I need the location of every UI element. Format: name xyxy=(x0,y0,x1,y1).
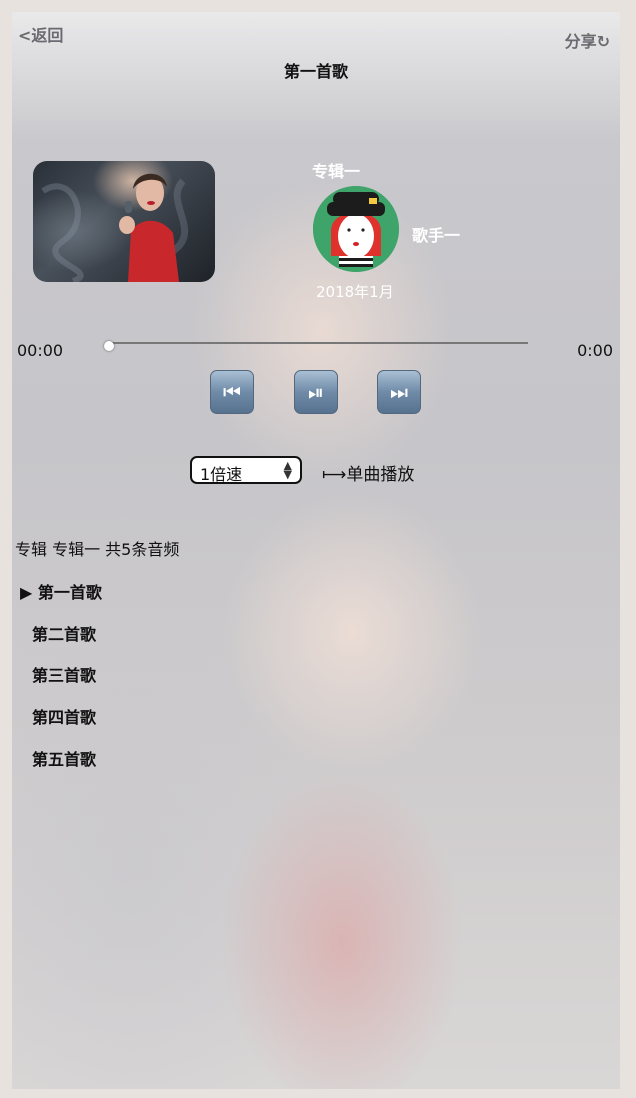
duration: 0:00 xyxy=(577,341,613,360)
song-title: 第一首歌 xyxy=(37,583,102,602)
album-cover-image xyxy=(33,161,215,282)
playlist-item[interactable]: 第三首歌 xyxy=(32,662,96,686)
next-icon: ⏭ xyxy=(390,380,408,404)
speed-value: 1倍速 xyxy=(200,465,243,484)
now-playing-icon: ▶ xyxy=(20,583,33,602)
playlist-item[interactable]: 第二首歌 xyxy=(32,621,96,645)
current-time: 00:00 xyxy=(17,341,64,360)
next-button[interactable]: ⏭ xyxy=(377,370,421,414)
back-button[interactable]: <返回 xyxy=(18,22,63,46)
play-pause-button[interactable]: ⏯ xyxy=(294,370,338,414)
playlist-summary: 专辑 专辑一 共5条音频 xyxy=(15,540,180,559)
share-button[interactable]: 分享↻ xyxy=(565,28,610,52)
play-mode-toggle[interactable]: ⟼单曲播放 xyxy=(322,460,414,485)
artist-name: 歌手一 xyxy=(412,226,461,245)
playlist-item[interactable]: 第五首歌 xyxy=(32,746,96,770)
artist-avatar xyxy=(313,186,399,272)
share-label: 分享 xyxy=(564,32,597,51)
release-date: 2018年1月 xyxy=(316,283,394,301)
progress-slider[interactable] xyxy=(108,342,528,344)
playlist-item[interactable]: 第四首歌 xyxy=(32,704,96,728)
album-name: 专辑一 xyxy=(312,162,361,181)
progress-handle[interactable] xyxy=(104,341,114,351)
select-arrows-icon: ▲ ▼ xyxy=(283,459,292,481)
play-pause-icon: ⏯ xyxy=(308,380,324,404)
player-window: <返回 分享↻ 第一首歌 专辑一 歌手一 2018年1月 00:00 0:00 … xyxy=(12,12,620,1089)
previous-icon: ⏮ xyxy=(223,380,241,404)
speed-select[interactable]: 1倍速 ▲ ▼ xyxy=(190,456,302,484)
refresh-icon: ↻ xyxy=(596,32,610,51)
cover-photo xyxy=(41,173,189,282)
previous-button[interactable]: ⏮ xyxy=(210,370,254,414)
playlist-item[interactable]: ▶ 第一首歌 xyxy=(20,579,102,603)
page-title: 第一首歌 xyxy=(283,62,348,81)
